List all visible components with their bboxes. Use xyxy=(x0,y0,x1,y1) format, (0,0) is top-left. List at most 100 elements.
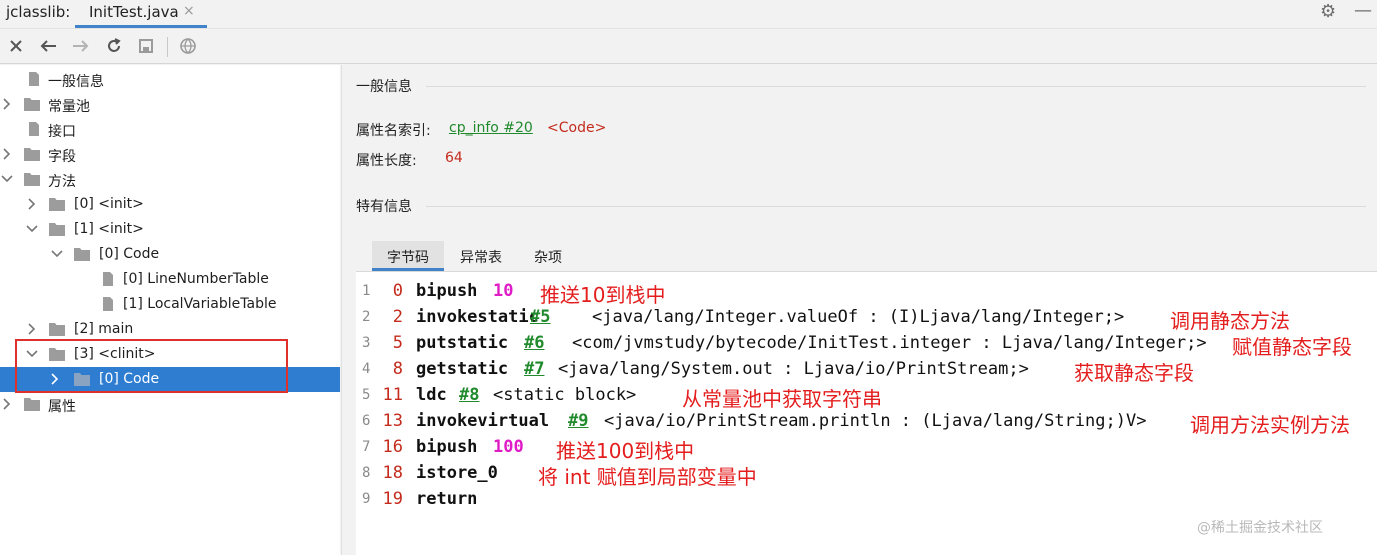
opcode: bipush xyxy=(416,437,478,457)
tab-label: 异常表 xyxy=(460,250,502,266)
annotation: 推送100到栈中 xyxy=(556,439,695,463)
chevron-right-icon[interactable] xyxy=(25,197,39,211)
constant-ref-link[interactable]: #9 xyxy=(568,411,588,431)
tab-exception-table[interactable]: 异常表 xyxy=(448,241,514,271)
annotation: 从常量池中获取字符串 xyxy=(682,387,882,411)
folder-icon xyxy=(24,98,40,111)
chevron-right-icon[interactable] xyxy=(0,397,14,411)
opcode: putstatic xyxy=(416,333,509,353)
constant-ref-link[interactable]: #7 xyxy=(524,359,544,379)
tree-item-label: [0] LineNumberTable xyxy=(123,271,269,287)
tree-item-general-info[interactable]: 一般信息 xyxy=(0,67,340,92)
tree-item-label: [0] Code xyxy=(99,246,160,262)
bytecode-line: 5 11 ldc #8 <static block> 从常量池中获取字符串 xyxy=(356,383,1377,411)
bytecode-line: 4 8 getstatic #7 <java/lang/System.out :… xyxy=(356,357,1377,385)
file-icon xyxy=(29,122,39,136)
minimize-icon[interactable]: — xyxy=(1354,0,1372,21)
tree-item-local-variable-table[interactable]: [1] LocalVariableTable xyxy=(0,292,340,317)
tab-label: 杂项 xyxy=(534,250,562,266)
opcode: return xyxy=(416,489,478,509)
operand-text: <com/jvmstudy/bytecode/InitTest.integer … xyxy=(572,333,1207,353)
bytecode-line: 9 19 return xyxy=(356,487,1377,513)
bytecode-line: 3 5 putstatic #6 <com/jvmstudy/bytecode/… xyxy=(356,331,1377,359)
chevron-right-icon[interactable] xyxy=(0,97,14,111)
general-info-title: 一般信息 xyxy=(356,79,412,95)
bytecode-offset: 2 xyxy=(392,307,403,327)
refresh-icon[interactable] xyxy=(103,35,125,57)
operand-text: <java/lang/System.out : Ljava/io/PrintSt… xyxy=(558,359,1029,379)
bytecode-view[interactable]: 1 0 bipush 10 推送10到栈中 2 2 invokestatic #… xyxy=(356,271,1377,555)
file-icon xyxy=(103,297,113,311)
toolbar-separator xyxy=(167,37,168,57)
tree-item-label: 常量池 xyxy=(48,99,90,115)
folder-icon xyxy=(49,323,65,336)
save-icon[interactable] xyxy=(135,35,157,57)
tree-item-constant-pool[interactable]: 常量池 xyxy=(0,92,340,117)
opcode: getstatic xyxy=(416,359,509,379)
annotation: 调用方法实例方法 xyxy=(1190,413,1350,437)
browser-icon[interactable] xyxy=(177,35,199,57)
chevron-right-icon[interactable] xyxy=(0,147,14,161)
tree-item-line-number-table[interactable]: [0] LineNumberTable xyxy=(0,267,340,292)
tree-item-label: 方法 xyxy=(48,174,76,190)
chevron-down-icon[interactable] xyxy=(50,247,64,261)
annotation: 调用静态方法 xyxy=(1170,309,1290,333)
constant-ref-link[interactable]: #5 xyxy=(530,307,550,327)
opcode: invokestatic xyxy=(416,307,539,327)
tree-item-fields[interactable]: 字段 xyxy=(0,142,340,167)
bytecode-offset: 0 xyxy=(392,281,403,301)
bytecode-offset: 19 xyxy=(382,489,403,509)
chevron-right-icon[interactable] xyxy=(25,322,39,336)
tab-close-icon[interactable]: × xyxy=(183,3,195,19)
chevron-down-icon[interactable] xyxy=(0,172,14,186)
tree-item-interfaces[interactable]: 接口 xyxy=(0,117,340,142)
operand-text: <static block> xyxy=(493,385,637,405)
operand-text: <java/io/PrintStream.println : (Ljava/la… xyxy=(604,411,1147,431)
section-divider xyxy=(426,206,1366,207)
bytecode-offset: 16 xyxy=(382,437,403,457)
bytecode-line: 8 18 istore_0 将 int 赋值到局部变量中 xyxy=(356,461,1377,489)
annotation: 推送10到栈中 xyxy=(540,283,666,307)
chevron-down-icon[interactable] xyxy=(25,222,39,236)
tree-item-methods[interactable]: 方法 xyxy=(0,167,340,192)
tab-bytecode[interactable]: 字节码 xyxy=(372,241,444,271)
constant-ref-link[interactable]: #8 xyxy=(459,385,479,405)
detail-panel: 一般信息 属性名索引: cp_info #20 <Code> 属性长度: 64 … xyxy=(341,65,1377,555)
forward-arrow-icon[interactable] xyxy=(70,35,92,57)
constant-ref-link[interactable]: #6 xyxy=(524,333,544,353)
annotation: 获取静态字段 xyxy=(1074,361,1194,385)
bytecode-line: 6 13 invokevirtual #9 <java/io/PrintStre… xyxy=(356,409,1377,437)
section-divider xyxy=(426,86,1366,87)
tree-item-label: 属性 xyxy=(48,399,76,415)
gear-icon[interactable]: ⚙ xyxy=(1320,1,1336,22)
bytecode-offset: 11 xyxy=(382,385,403,405)
tree-item-label: [0] <init> xyxy=(74,196,144,212)
app-label: jclasslib: xyxy=(6,3,71,21)
tree-item-method-1-code[interactable]: [0] Code xyxy=(0,242,340,267)
bytecode-line: 2 2 invokestatic #5 <java/lang/Integer.v… xyxy=(356,305,1377,333)
folder-icon xyxy=(74,248,90,261)
name-index-label: 属性名索引: xyxy=(356,123,431,139)
name-index-link[interactable]: cp_info #20 xyxy=(449,120,533,136)
tree-item-method-0[interactable]: [0] <init> xyxy=(0,192,340,217)
back-arrow-icon[interactable] xyxy=(37,35,59,57)
title-bar: jclasslib: InitTest.java × ⚙ — xyxy=(0,0,1377,28)
opcode: ldc xyxy=(416,385,447,405)
close-icon[interactable] xyxy=(5,35,27,57)
attribute-length-label: 属性长度: xyxy=(356,153,417,169)
tree-item-label: [2] main xyxy=(74,321,134,337)
jclasslib-window: jclasslib: InitTest.java × ⚙ — 一般信息 常量池 … xyxy=(0,0,1377,555)
file-icon xyxy=(103,272,113,286)
tab-misc[interactable]: 杂项 xyxy=(518,241,578,271)
structure-tree: 一般信息 常量池 接口 字段 方法 [0] <init> [1] <init> … xyxy=(0,65,340,555)
tree-item-label: [1] <init> xyxy=(74,221,144,237)
tree-item-method-1[interactable]: [1] <init> xyxy=(0,217,340,242)
folder-icon xyxy=(49,223,65,236)
bytecode-offset: 5 xyxy=(392,333,403,353)
specific-info-title: 特有信息 xyxy=(356,199,412,215)
folder-icon xyxy=(24,173,40,186)
tree-item-attributes[interactable]: 属性 xyxy=(0,392,340,417)
bytecode-offset: 13 xyxy=(382,411,403,431)
file-tab-label: InitTest.java xyxy=(89,3,179,21)
file-tab[interactable]: InitTest.java × xyxy=(75,0,207,28)
